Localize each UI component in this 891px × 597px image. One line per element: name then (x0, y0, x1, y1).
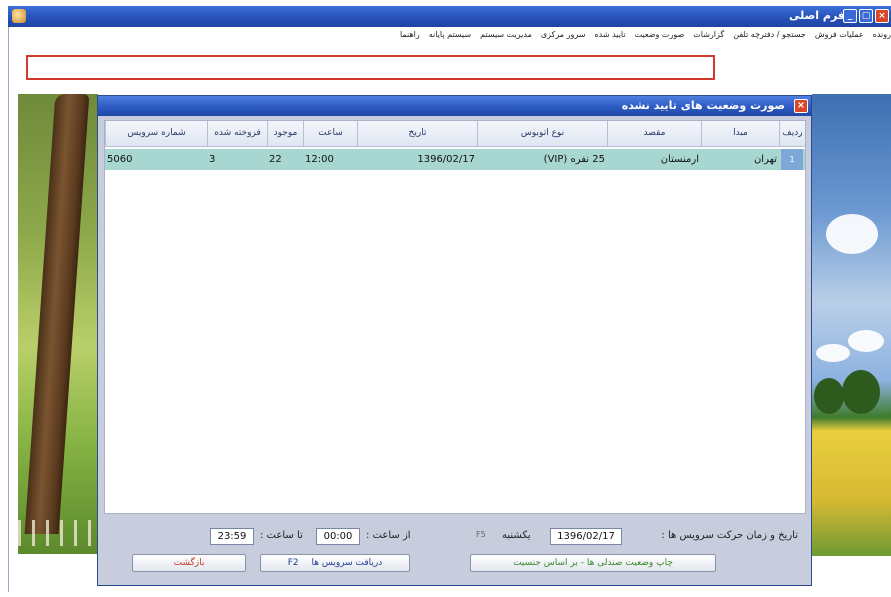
menu-item[interactable]: گزارشات (693, 27, 724, 43)
maximize-icon[interactable]: ▢ (859, 9, 873, 23)
app-title-bar: فرم اصلی _ ▢ × (8, 6, 891, 27)
fence (18, 520, 98, 546)
menu-item[interactable]: تایید شده (594, 27, 625, 43)
cloud (826, 214, 878, 254)
table-cell: 1 (781, 149, 803, 170)
print-seat-status-button[interactable]: چاپ وضعیت صندلی ها - بر اساس جنسیت (470, 554, 716, 572)
menu-bar: رونده عملیات فروش جستجو / دفترچه تلفن گزارش… (8, 27, 891, 43)
screen: فرم اصلی _ ▢ × رونده عملیات فروش جستجو / د… (0, 0, 891, 597)
selected-row-outline (26, 55, 715, 80)
minimize-icon[interactable]: _ (843, 9, 857, 23)
menu-item[interactable]: سرور مرکزی (541, 27, 586, 43)
table-cell: 1396/02/17 (417, 154, 475, 165)
to-time-label: تا ساعت : (260, 530, 303, 541)
table-cell: ارمنستان (660, 154, 699, 165)
table-cell: 12:00 (305, 154, 334, 165)
from-time-label: از ساعت : (366, 530, 411, 541)
column-header[interactable]: موجود (267, 121, 303, 147)
table-cell: 25 نفره (VIP) (543, 154, 605, 165)
column-header[interactable]: نوع اتوبوس (477, 121, 607, 147)
frame-border (8, 27, 9, 592)
table-cell: تهران (753, 154, 777, 165)
f2-key-label: F2 (287, 558, 299, 568)
menu-item[interactable]: عملیات فروش (815, 27, 864, 43)
weekday-label: یکشنبه (502, 530, 531, 541)
fetch-services-button[interactable]: دریافت سرویس ها F2 (260, 554, 410, 572)
table-cell: 3 (209, 154, 216, 165)
menu-item[interactable]: راهنما (400, 27, 420, 43)
app-icon (12, 9, 26, 23)
date-field[interactable]: 1396/02/17 (550, 528, 622, 545)
background-photo-left (18, 94, 98, 554)
fetch-services-label: دریافت سرویس ها (311, 558, 383, 568)
table-cell: 5060 (107, 154, 133, 165)
column-header[interactable]: ردیف (779, 121, 805, 147)
f5-key-label: F5 (476, 530, 486, 539)
menu-item[interactable]: مدیریت سیستم (480, 27, 532, 43)
from-time-field[interactable]: 00:00 (316, 528, 360, 545)
menu-item[interactable]: صورت وضعیت (635, 27, 685, 43)
unconfirmed-status-dialog: صورت وضعیت های تایید نشده × ردیف مبدا مقصد… (97, 95, 812, 586)
background-photo-right (812, 94, 891, 556)
column-header[interactable]: ساعت (303, 121, 357, 147)
cloud (816, 344, 850, 362)
dialog-title: صورت وضعیت های تایید نشده (621, 99, 785, 112)
menu-item[interactable]: جستجو / دفترچه تلفن (733, 27, 806, 43)
column-header[interactable]: مبدا (701, 121, 779, 147)
tree (814, 378, 844, 414)
column-header[interactable]: فروخته شده (207, 121, 267, 147)
close-icon[interactable]: × (875, 9, 889, 23)
table-row[interactable]: 1 تهران ارمنستان 25 نفره (VIP) 1396/02/17 12:… (105, 149, 805, 170)
menu-item[interactable]: رونده (873, 27, 891, 43)
back-button[interactable]: بازگشت (132, 554, 246, 572)
menu-item[interactable]: سیستم پایانه (429, 27, 471, 43)
to-time-field[interactable]: 23:59 (210, 528, 254, 545)
close-icon[interactable]: × (794, 99, 808, 113)
tree (842, 370, 880, 414)
column-header[interactable]: شماره سرویس (105, 121, 207, 147)
column-header[interactable]: مقصد (607, 121, 701, 147)
app-title: فرم اصلی (789, 9, 845, 22)
cloud (848, 330, 884, 352)
date-label: تاریخ و زمان حرکت سرویس ها : (661, 530, 798, 541)
dialog-title-bar[interactable]: صورت وضعیت های تایید نشده × (98, 96, 811, 116)
filter-panel: تاریخ و زمان حرکت سرویس ها : 1396/02/17 … (104, 520, 806, 580)
services-grid: ردیف مبدا مقصد نوع اتوبوس تاریخ ساعت موجود فروخ… (104, 120, 806, 514)
grid-header: ردیف مبدا مقصد نوع اتوبوس تاریخ ساعت موجود فروخ… (105, 121, 805, 147)
tree-trunk (24, 94, 90, 534)
column-header[interactable]: تاریخ (357, 121, 477, 147)
table-cell: 22 (269, 154, 282, 165)
